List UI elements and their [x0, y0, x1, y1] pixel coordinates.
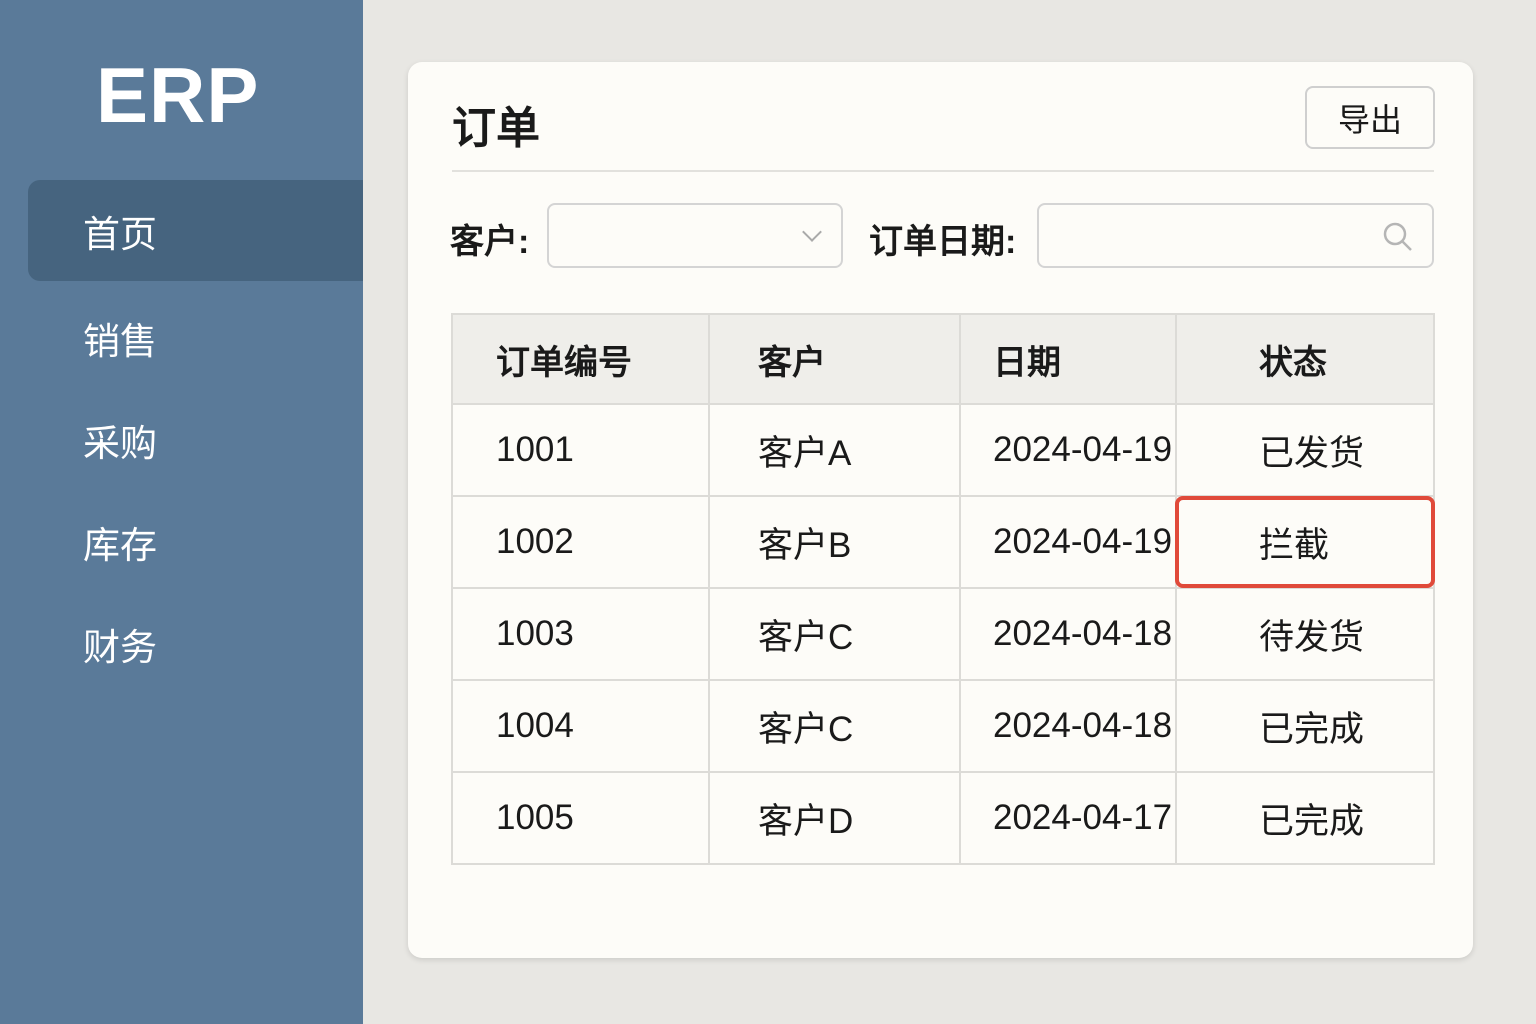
- header-date[interactable]: 日期: [959, 313, 1177, 405]
- order-date-input[interactable]: [1037, 203, 1434, 268]
- sidebar-item-sales[interactable]: 销售: [28, 287, 363, 388]
- header-order-id[interactable]: 订单编号: [451, 313, 710, 405]
- table-row[interactable]: 1003 客户C 2024-04-18 待发货: [451, 587, 1435, 681]
- sidebar: ERP 首页 销售 采购 库存 财务: [0, 0, 363, 1024]
- table-row[interactable]: 1004 客户C 2024-04-18 已完成: [451, 679, 1435, 773]
- header-status[interactable]: 状态: [1175, 313, 1435, 405]
- cell-customer: 客户C: [708, 679, 961, 773]
- page-title: 订单: [452, 104, 540, 153]
- cell-status: 已完成: [1175, 771, 1435, 865]
- cell-customer: 客户A: [708, 403, 961, 497]
- cell-status-highlighted: 拦截: [1175, 495, 1436, 589]
- customer-select[interactable]: [547, 203, 843, 268]
- cell-customer: 客户B: [708, 495, 961, 589]
- table-row[interactable]: 1001 客户A 2024-04-19 已发货: [451, 403, 1435, 497]
- cell-order-id: 1003: [451, 587, 710, 681]
- divider: [452, 170, 1434, 172]
- cell-date: 2024-04-17: [959, 771, 1177, 865]
- orders-table: 订单编号 客户 日期 状态 1001 客户A 2024-04-19 已发货 1002 客户…: [451, 313, 1436, 865]
- cell-status: 已完成: [1175, 679, 1435, 773]
- export-button[interactable]: 导出: [1305, 86, 1435, 149]
- cell-order-id: 1005: [451, 771, 710, 865]
- cell-date: 2024-04-19: [959, 403, 1177, 497]
- cell-order-id: 1004: [451, 679, 710, 773]
- cell-date: 2024-04-18: [959, 587, 1177, 681]
- cell-status: 已发货: [1175, 403, 1435, 497]
- sidebar-item-home[interactable]: 首页: [28, 180, 363, 281]
- cell-date: 2024-04-18: [959, 679, 1177, 773]
- cell-date: 2024-04-19: [959, 495, 1177, 589]
- table-row[interactable]: 1002 客户B 2024-04-19 拦截: [451, 495, 1436, 589]
- order-date-label: 订单日期:: [869, 223, 1017, 261]
- cell-status: 待发货: [1175, 587, 1435, 681]
- sidebar-item-finance[interactable]: 财务: [28, 593, 363, 694]
- header-customer[interactable]: 客户: [708, 313, 961, 405]
- cell-customer: 客户C: [708, 587, 961, 681]
- orders-card: 订单 导出 客户: 订单日期: 订单编号 客户 日期 状态 1001 客户A 202…: [408, 62, 1473, 958]
- chevron-down-icon: [802, 222, 822, 242]
- logo: ERP: [96, 51, 260, 139]
- search-icon[interactable]: [1382, 221, 1414, 253]
- cell-order-id: 1002: [451, 495, 710, 589]
- table-row[interactable]: 1005 客户D 2024-04-17 已完成: [451, 771, 1435, 865]
- table-header-row: 订单编号 客户 日期 状态: [451, 313, 1435, 405]
- sidebar-item-inventory[interactable]: 库存: [28, 491, 363, 592]
- sidebar-item-purchase[interactable]: 采购: [28, 389, 363, 490]
- customer-label: 客户:: [450, 223, 530, 261]
- cell-customer: 客户D: [708, 771, 961, 865]
- cell-order-id: 1001: [451, 403, 710, 497]
